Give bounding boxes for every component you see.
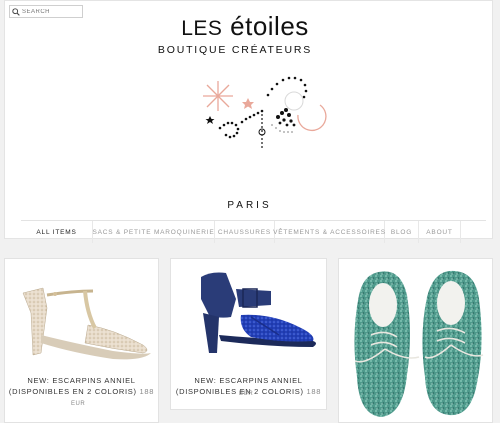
nav-item-about[interactable]: ABOUT	[419, 221, 461, 243]
product-image[interactable]	[181, 269, 321, 359]
product-card[interactable]: NEW: ESCARPINS ANNIEL (DISPONIBLES EN 2 …	[4, 258, 159, 423]
nav-item-all-items[interactable]: ALL ITEMS	[21, 221, 93, 243]
main-nav: ALL ITEMS SACS & PETITE MAROQUINERIE CHA…	[21, 220, 486, 243]
product-image[interactable]	[13, 273, 153, 368]
product-card[interactable]: NEW: ESCARPINS ANNIEL (DISPONIBLES EN 2 …	[170, 258, 327, 410]
product-title-line1: NEW: ESCARPINS ANNIEL	[27, 376, 136, 385]
product-currency: EUR	[239, 391, 254, 397]
city-label: PARIS	[227, 200, 272, 211]
star-constellation-emblem-icon	[203, 76, 327, 148]
logo-prefix: LES	[181, 17, 223, 40]
search-icon	[12, 7, 20, 16]
site-logo[interactable]: LES étoiles	[160, 11, 330, 42]
nav-item-vetements[interactable]: VÊTEMENTS & ACCESSOIRES	[273, 221, 385, 243]
product-title-line1: NEW: ESCARPINS ANNIEL	[194, 376, 303, 385]
product-image[interactable]	[345, 265, 487, 423]
logo-subtitle: BOUTIQUE CRÉATEURS	[157, 44, 313, 56]
product-card[interactable]	[338, 258, 493, 423]
product-currency: EUR	[71, 401, 86, 407]
search-input[interactable]	[20, 8, 82, 15]
product-title[interactable]: NEW: ESCARPINS ANNIEL (DISPONIBLES EN 2 …	[5, 375, 158, 397]
search-box[interactable]	[9, 5, 83, 18]
product-price: 188	[306, 387, 322, 396]
nav-item-blog[interactable]: BLOG	[385, 221, 419, 243]
product-title-line2: (DISPONIBLES EN 2 COLORIS)	[8, 387, 137, 396]
site-header: LES étoiles BOUTIQUE CRÉATEURS	[4, 0, 493, 243]
logo-name: étoiles	[230, 11, 309, 41]
nav-item-sacs[interactable]: SACS & PETITE MAROQUINERIE	[93, 221, 215, 243]
nav-item-chaussures[interactable]: CHAUSSURES	[215, 221, 275, 243]
product-price: 188	[139, 387, 155, 396]
